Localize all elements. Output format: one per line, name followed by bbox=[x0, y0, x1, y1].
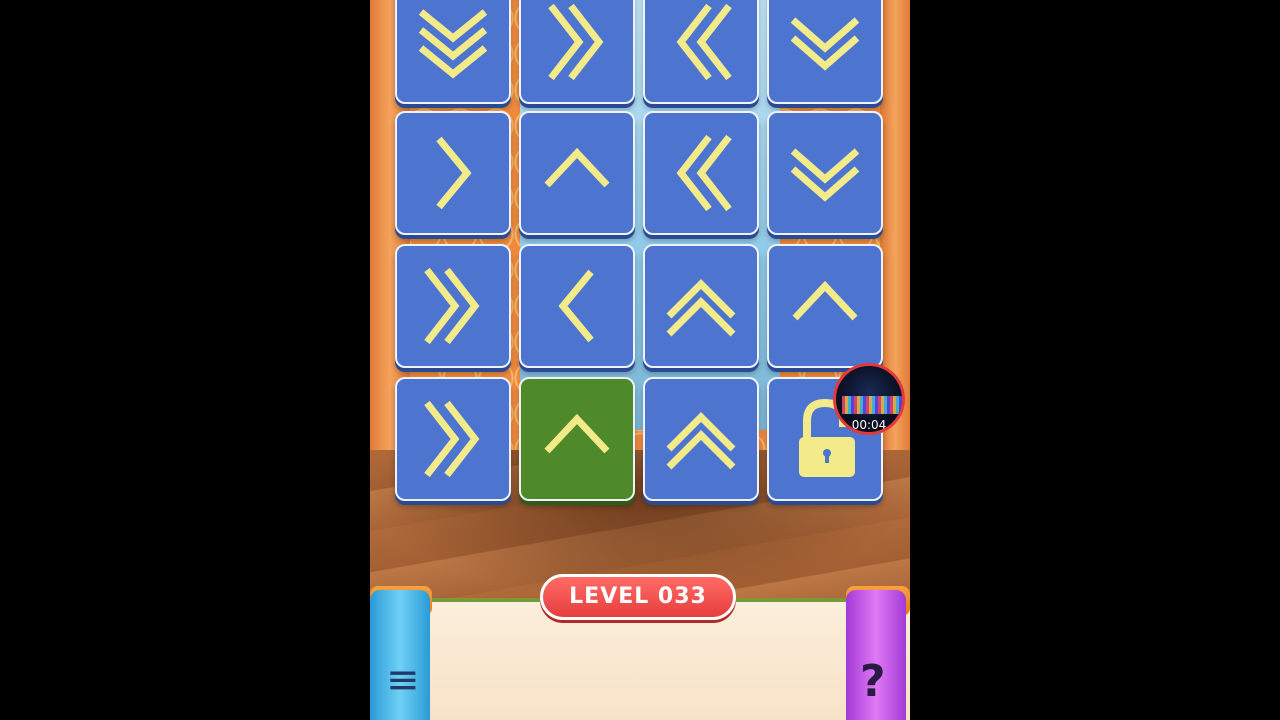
level-badge: LEVEL 033 bbox=[540, 574, 736, 620]
menu-icon[interactable]: ≡ bbox=[386, 660, 420, 700]
tile-r3c4[interactable] bbox=[767, 244, 883, 368]
chevron-up-icon bbox=[544, 413, 610, 454]
question-mark-icon[interactable]: ? bbox=[860, 656, 886, 707]
timer-thumbnail-lights bbox=[842, 396, 902, 414]
timer-text: 00:04 bbox=[851, 418, 887, 432]
tile-r1c3[interactable] bbox=[643, 0, 759, 104]
tile-r2c4[interactable] bbox=[767, 111, 883, 235]
double-chevron-up-icon bbox=[666, 412, 736, 470]
double-chevron-left-icon bbox=[676, 3, 732, 81]
tile-r1c2[interactable] bbox=[519, 0, 635, 104]
tile-r2c1[interactable] bbox=[395, 111, 511, 235]
tile-r4c1[interactable] bbox=[395, 377, 511, 501]
double-chevron-down-icon bbox=[790, 148, 860, 202]
double-chevron-up-icon bbox=[666, 279, 736, 337]
chevron-left-icon bbox=[558, 269, 594, 343]
tile-r3c1[interactable] bbox=[395, 244, 511, 368]
tile-r4c2[interactable] bbox=[519, 377, 635, 501]
tile-r4c3[interactable] bbox=[643, 377, 759, 501]
tile-r1c4[interactable] bbox=[767, 0, 883, 104]
chevron-up-icon bbox=[792, 280, 858, 321]
triple-chevron-down-icon bbox=[418, 9, 488, 79]
tile-r3c3[interactable] bbox=[643, 244, 759, 368]
level-label: LEVEL 033 bbox=[569, 584, 707, 609]
recording-timer[interactable]: 00:04 bbox=[833, 363, 905, 435]
double-chevron-left-icon bbox=[676, 134, 732, 212]
game-scene: ≡ ? LEVEL 033 bbox=[370, 0, 910, 720]
chevron-up-icon bbox=[544, 147, 610, 188]
tile-r1c1[interactable] bbox=[395, 0, 511, 104]
double-chevron-right-icon bbox=[548, 3, 604, 81]
double-chevron-down-icon bbox=[790, 17, 860, 71]
tile-r2c2[interactable] bbox=[519, 111, 635, 235]
chevron-right-icon bbox=[436, 136, 472, 210]
tile-r3c2[interactable] bbox=[519, 244, 635, 368]
double-chevron-right-icon bbox=[424, 400, 480, 478]
double-chevron-right-icon bbox=[424, 267, 480, 345]
tile-r2c3[interactable] bbox=[643, 111, 759, 235]
